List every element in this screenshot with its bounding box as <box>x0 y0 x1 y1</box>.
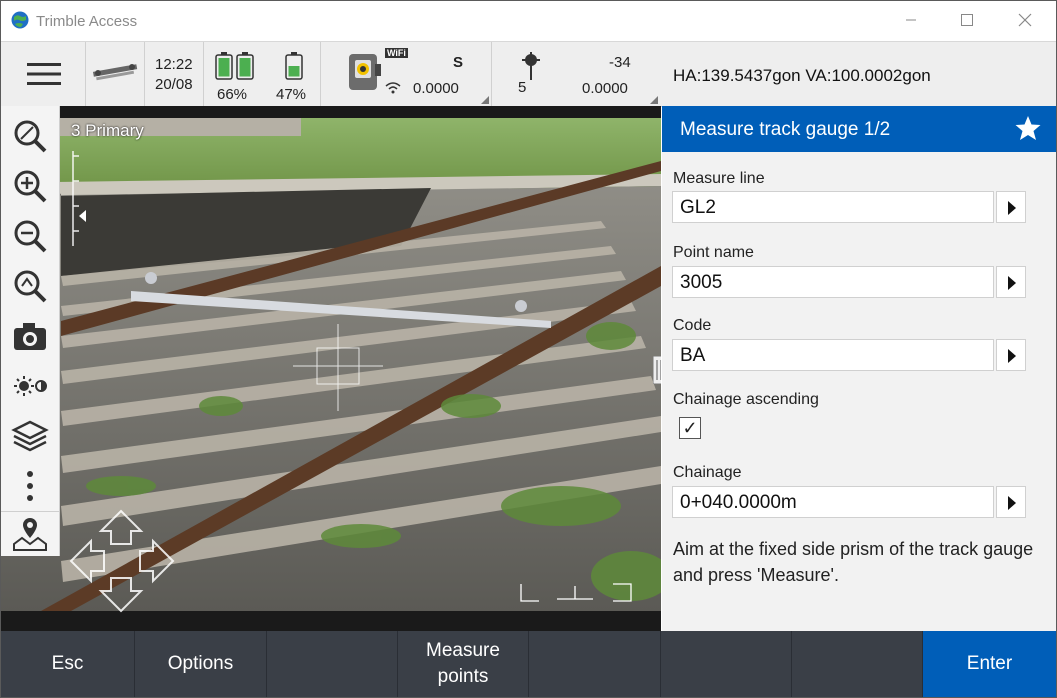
prism-target-icon <box>522 52 540 80</box>
chainage-label: Chainage <box>673 464 742 481</box>
target-cell[interactable]: 5 -34 0.0000 <box>492 42 660 106</box>
track-gauge-icon <box>92 64 138 81</box>
instrument-cell[interactable]: WiFi S 0.0000 <box>321 42 492 106</box>
close-icon <box>1018 13 1032 27</box>
options-button[interactable]: Options <box>135 631 267 697</box>
wifi-badge: WiFi <box>385 48 408 58</box>
camera-icon[interactable] <box>10 316 50 356</box>
total-station-icon <box>349 54 381 90</box>
chainage-field[interactable]: 0+040.0000m <box>672 486 994 518</box>
job-button[interactable] <box>86 42 145 106</box>
target-number: 5 <box>518 79 527 96</box>
zoom-extents-icon[interactable] <box>10 116 50 156</box>
railway-track-image <box>1 106 661 631</box>
form-header: Measure track gauge 1/2 <box>662 106 1056 152</box>
measure-points-label-1: Measure <box>426 640 500 661</box>
instructions-text: Aim at the fixed side prism of the track… <box>673 539 1034 585</box>
ha-va-text: HA:139.5437gon VA:100.0002gon <box>673 66 931 85</box>
clock-time: 12:22 <box>155 56 193 73</box>
code-arrow-button[interactable] <box>996 339 1026 371</box>
chainage-ascending-checkbox[interactable]: ✓ <box>679 417 701 439</box>
softkey-bar: Esc Options Measure points Enter <box>1 631 1056 697</box>
point-name-field[interactable]: 3005 <box>672 266 994 298</box>
measure-form: Measure track gauge 1/2 Measure line GL2… <box>662 106 1056 631</box>
target-offset: -34 <box>609 54 631 71</box>
chainage-ascending-label: Chainage ascending <box>673 391 819 408</box>
toolbar-divider <box>1 511 59 512</box>
esc-button[interactable]: Esc <box>1 631 135 697</box>
layers-icon[interactable] <box>10 416 50 456</box>
battery-cell[interactable]: 66% 47% <box>204 42 321 106</box>
measure-line-arrow-button[interactable] <box>996 191 1026 223</box>
enter-button[interactable]: Enter <box>923 631 1056 697</box>
camera-toolbar <box>1 106 60 556</box>
hamburger-menu-icon <box>27 63 61 85</box>
menu-button[interactable] <box>1 42 86 106</box>
zoom-out-icon[interactable] <box>10 216 50 256</box>
empty-softkey-1 <box>267 631 398 697</box>
zoom-in-icon[interactable] <box>10 166 50 206</box>
chainage-arrow-button[interactable] <box>996 486 1026 518</box>
battery-icon <box>285 52 303 80</box>
dropdown-corner-icon <box>481 96 489 104</box>
empty-softkey-2 <box>529 631 661 697</box>
camera-view-label: 3 Primary <box>71 121 144 140</box>
measure-points-button[interactable]: Measure points <box>398 631 529 697</box>
point-name-label: Point name <box>673 244 754 261</box>
angle-readout: HA:139.5437gon VA:100.0002gon <box>661 41 1056 107</box>
measure-points-label-2: points <box>437 666 489 687</box>
favorite-star-icon[interactable] <box>1014 114 1042 142</box>
panel-splitter-handle[interactable] <box>653 356 661 384</box>
maximize-button[interactable] <box>947 7 987 35</box>
camera-view[interactable] <box>1 106 661 631</box>
more-options-icon[interactable] <box>10 466 50 506</box>
window-title: Trimble Access <box>36 13 138 30</box>
instrument-mode: S <box>453 54 464 71</box>
title-bar: Trimble Access <box>1 1 1056 41</box>
globe-icon <box>11 11 29 29</box>
zoom-preset-icon[interactable] <box>10 266 50 306</box>
battery-icon <box>215 52 254 80</box>
brightness-icon[interactable] <box>10 366 50 406</box>
target-value: 0.0000 <box>582 80 628 97</box>
empty-softkey-4 <box>792 631 923 697</box>
empty-softkey-3 <box>661 631 792 697</box>
time-cell: 12:22 20/08 <box>145 42 204 106</box>
battery-level-2: 47% <box>276 86 307 103</box>
measure-line-label: Measure line <box>673 170 765 187</box>
maximize-icon <box>961 14 973 26</box>
clock-date: 20/08 <box>155 76 193 93</box>
code-field[interactable]: BA <box>672 339 994 371</box>
minimize-icon <box>906 19 916 21</box>
instrument-value: 0.0000 <box>413 80 459 97</box>
dropdown-corner-icon <box>650 96 658 104</box>
battery-level-1: 66% <box>217 86 248 103</box>
form-title: Measure track gauge 1/2 <box>680 119 891 140</box>
code-label: Code <box>673 317 712 334</box>
map-view-icon[interactable] <box>10 514 50 554</box>
status-bar: 12:22 20/08 66% 47% WiFi S 0.0000 5 -34 … <box>1 41 661 107</box>
close-button[interactable] <box>1005 7 1045 35</box>
measure-line-field[interactable]: GL2 <box>672 191 994 223</box>
wifi-icon <box>385 82 401 94</box>
minimize-button[interactable] <box>891 7 931 35</box>
point-name-arrow-button[interactable] <box>996 266 1026 298</box>
app-window: Trimble Access 12:22 20/08 66% 47% WiFi … <box>0 0 1057 698</box>
